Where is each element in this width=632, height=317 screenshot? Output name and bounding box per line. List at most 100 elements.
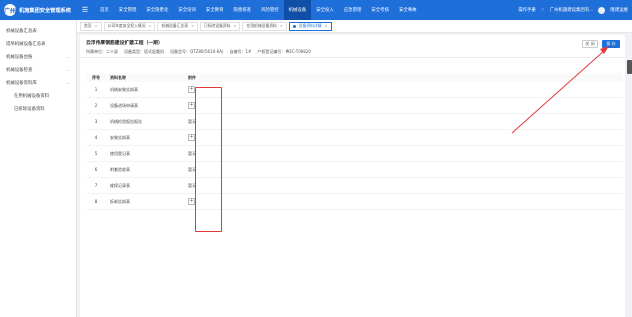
sidebar-item[interactable]: 机械设备汇总表 — [0, 24, 76, 37]
table-row: 3 机械检验报告报告 暂无 — [86, 114, 623, 130]
upload-plus-icon[interactable]: + — [188, 198, 195, 205]
tab[interactable]: 公司年度安全投入情况 × — [103, 21, 156, 31]
row-no: 1 — [94, 87, 98, 92]
table-row: 5 使用登记表 暂无 — [86, 146, 623, 162]
chevron-down-icon: ⌄ — [66, 67, 70, 72]
org-selector[interactable]: 广州机施建设集团有... — [550, 7, 594, 13]
user-name[interactable]: 隆建运维 — [610, 7, 628, 13]
row-document-name: 维保记录表 — [110, 182, 130, 188]
tab-bar: 首页 × 公司年度安全投入情况 × 机械设备汇总表 × 已拆除设备资料 × 在用机械设备资料 × 设… — [77, 20, 632, 33]
close-icon[interactable]: × — [95, 24, 98, 28]
nav-item[interactable]: 隐患排查 — [229, 0, 257, 20]
row-document-name: 机械安装告知表 — [110, 86, 138, 92]
sidebar-item-label: 机械设备资料库 — [6, 80, 37, 86]
row-no: 5 — [94, 151, 98, 156]
header-attachment: 附件 — [188, 74, 196, 80]
tab-label: 首页 — [84, 23, 92, 28]
sidebar-item-label: 已拆除设备资料 — [14, 106, 45, 112]
nav-item[interactable]: 应急管理 — [339, 0, 367, 20]
active-dot-icon — [292, 24, 296, 28]
tab[interactable]: 在用机械设备资料 × — [242, 21, 287, 31]
nav-item[interactable]: 安全投入 — [311, 0, 339, 20]
sidebar-item-label: 在用机械设备资料 — [14, 93, 50, 99]
attachment-highlight-box — [195, 87, 222, 232]
nav-item[interactable]: 安全隐患化 — [141, 0, 173, 20]
sidebar-item-label: 机械设备检查 — [6, 67, 33, 73]
row-no: 6 — [94, 167, 98, 172]
table-row: 2 设备进场申请表 + — [86, 98, 623, 114]
tab[interactable]: 机械设备汇总表 × — [157, 21, 198, 31]
sidebar-item[interactable]: 机械设备资料库 ⌄ — [0, 76, 76, 89]
nav-item[interactable]: 机械设备 — [283, 0, 312, 20]
tab-label: 公司年度安全投入情况 — [107, 23, 146, 28]
sidebar: 机械设备汇总表 塔吊机械设备汇总表 机械设备台账 ⌄ 机械设备检查 ⌄ 机械设备资料库 ⌄ 在用… — [0, 20, 77, 317]
table-row: 6 附着验收表 暂无 — [86, 162, 623, 178]
brand[interactable]: 广州 机施集团安全管理系统 — [0, 0, 77, 20]
chevron-down-icon: ⌄ — [66, 80, 70, 85]
avatar[interactable] — [598, 6, 606, 14]
nav-item[interactable]: 安全培训 — [173, 0, 201, 20]
row-document-name: 使用登记表 — [110, 150, 130, 156]
close-icon[interactable]: × — [280, 24, 283, 28]
tab-label: 在用机械设备资料 — [246, 23, 277, 28]
row-no: 3 — [94, 119, 98, 124]
nav-item[interactable]: 安全事故 — [394, 0, 422, 20]
app-title: 机施集团安全管理系统 — [19, 7, 71, 14]
document-table: 序号 资料名称 附件 1 机械安装告知表 +2 设备进场申请表 +3 机械检验报告报告 暂无… — [86, 73, 623, 210]
close-icon[interactable]: × — [191, 24, 194, 28]
close-icon[interactable]: × — [325, 24, 328, 28]
sidebar-item[interactable]: 已拆除设备资料 — [0, 102, 76, 115]
sidebar-item[interactable]: 塔吊机械设备汇总表 — [0, 37, 76, 50]
row-document-name: 设备进场申请表 — [110, 102, 138, 108]
table-row: 8 拆卸告知表 + — [86, 194, 623, 210]
upload-plus-icon[interactable]: + — [188, 102, 195, 109]
info-field: 产权登记编号：粤EC-T06820 — [257, 49, 311, 54]
top-navbar: 广州 机施集团安全管理系统 ☰ 首页 安全管理 安全隐患化 安全培训 安全教育 隐患排查风… — [0, 0, 632, 20]
nav-item[interactable]: 安全考核 — [366, 0, 394, 20]
page-title: 云浮伟厚钢筋建设扩建工程（一期） — [86, 41, 163, 46]
table-row: 1 机械安装告知表 + — [86, 82, 623, 98]
tab[interactable]: 首页 × — [80, 21, 102, 31]
nav-item[interactable]: 风险管控 — [256, 0, 284, 20]
row-no: 4 — [94, 135, 98, 140]
sidebar-item-label: 机械设备台账 — [6, 54, 33, 60]
row-document-name: 安装告知表 — [110, 134, 130, 140]
save-button[interactable]: 保 存 — [602, 40, 620, 48]
sidebar-item[interactable]: 在用机械设备资料 — [0, 89, 76, 102]
nav-item[interactable]: 安全教育 — [201, 0, 229, 20]
nav-item[interactable]: 首页 — [95, 0, 114, 20]
table-row: 4 安装告知表 + — [86, 130, 623, 146]
tab[interactable]: 已拆除设备资料 × — [199, 21, 241, 31]
equipment-info: 所属单位：二十部 设备类型：塔式起重机 设备型号：QTZ80(5610-6A) 自编号… — [86, 49, 311, 55]
nav-item[interactable]: 安全管理 — [114, 0, 142, 20]
row-document-name: 机械检验报告报告 — [110, 118, 142, 124]
tab-label: 已拆除设备资料 — [203, 23, 231, 28]
menu-toggle-icon[interactable]: ☰ — [79, 6, 91, 14]
company-logo: 广州 — [4, 4, 16, 16]
tab-label: 机械设备汇总表 — [161, 23, 189, 28]
row-no: 7 — [94, 183, 98, 188]
tab-label: 设备资料详情 — [298, 23, 322, 28]
info-field: 所属单位：二十部 — [86, 49, 118, 54]
upload-plus-icon[interactable]: + — [188, 86, 195, 93]
row-no: 8 — [94, 199, 98, 204]
info-field: 设备类型：塔式起重机 — [124, 49, 164, 54]
main-content: 云浮伟厚钢筋建设扩建工程（一期） 所属单位：二十部 设备类型：塔式起重机 设备型号：… — [80, 35, 625, 317]
row-document-name: 附着验收表 — [110, 166, 130, 172]
close-button[interactable]: 关 闭 — [582, 40, 598, 48]
side-float-tab[interactable] — [627, 60, 632, 74]
sidebar-item-label: 塔吊机械设备汇总表 — [6, 41, 46, 47]
info-field: 设备型号：QTZ80(5610-6A) — [170, 49, 224, 54]
upload-plus-icon[interactable]: + — [188, 134, 195, 141]
divider — [80, 57, 625, 58]
tab[interactable]: 设备资料详情 × — [288, 21, 332, 31]
sidebar-item[interactable]: 机械设备台账 ⌄ — [0, 50, 76, 63]
manual-link[interactable]: 操作手册 — [518, 7, 536, 13]
top-right-area: 操作手册 ♢ 广州机施建设集团有... 隆建运维 — [518, 0, 628, 20]
sidebar-item[interactable]: 机械设备检查 ⌄ — [0, 63, 76, 76]
row-no: 2 — [94, 103, 98, 108]
close-icon[interactable]: × — [149, 24, 152, 28]
bell-icon[interactable]: ♢ — [541, 8, 545, 13]
row-document-name: 拆卸告知表 — [110, 198, 130, 204]
close-icon[interactable]: × — [234, 24, 237, 28]
